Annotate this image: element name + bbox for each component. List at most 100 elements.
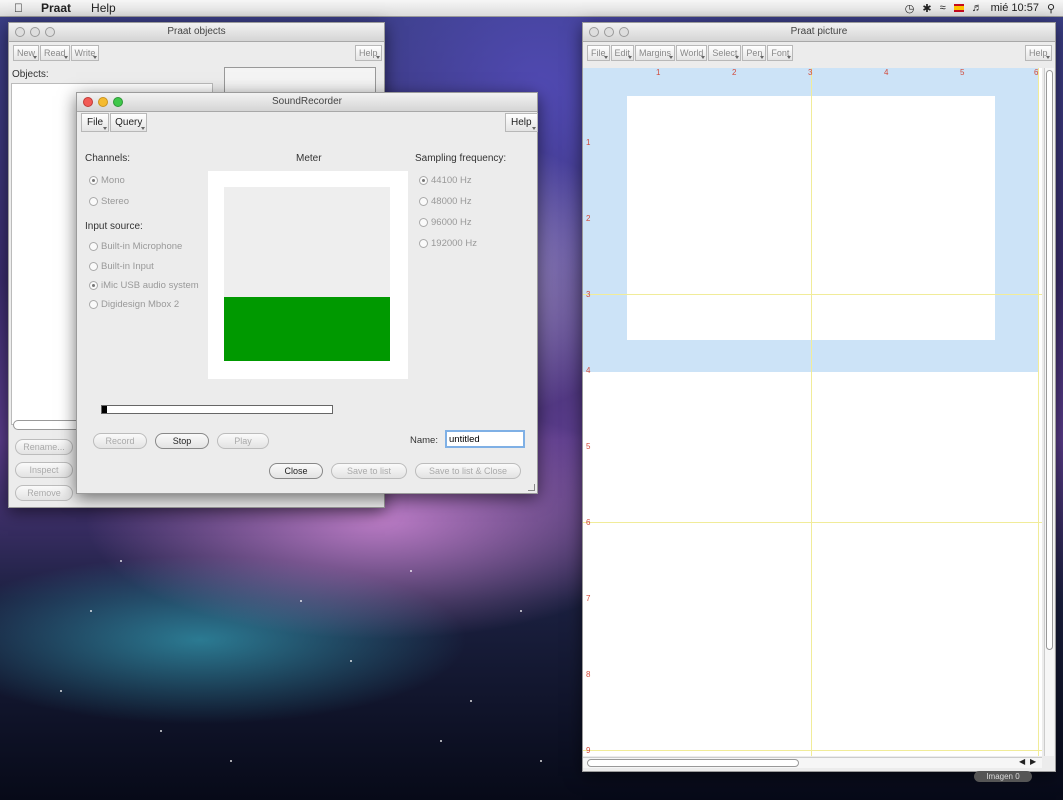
ruler-top-label: 2 [732,68,737,77]
window-title: Praat picture [790,26,848,37]
vertical-scroll-thumb[interactable] [1046,70,1053,650]
menu-new[interactable]: New [13,45,40,61]
close-button[interactable]: Close [269,463,323,479]
grid-line-vertical [811,68,812,756]
scroll-right-arrow-icon[interactable]: ▶ [1030,757,1036,766]
resize-grip-icon[interactable] [528,484,535,491]
menu-help[interactable]: Help [81,1,126,15]
radio-built-in-input[interactable]: Built-in Input [89,261,154,272]
radio-label: 44100 Hz [431,175,472,186]
radio-imic-usb[interactable]: iMic USB audio system [89,280,199,291]
grid-line-horizontal [583,522,1042,523]
spotlight-search-icon[interactable]: ⚲ [1047,2,1055,15]
sound-recorder-titlebar: SoundRecorder [77,93,537,112]
menu-read[interactable]: Read [40,45,70,61]
menu-write[interactable]: Write [70,45,100,61]
zoom-window-icon[interactable] [619,27,629,37]
channels-label: Channels: [85,153,131,164]
meter-well [224,187,390,361]
close-window-icon[interactable] [589,27,599,37]
wifi-icon[interactable]: ≈ [940,2,946,14]
minimize-window-icon[interactable] [30,27,40,37]
radio-built-in-microphone[interactable]: Built-in Microphone [89,241,182,252]
menu-file[interactable]: File [81,113,110,132]
inspect-button[interactable]: Inspect [15,462,73,478]
menu-query[interactable]: Query [110,113,148,132]
stop-button[interactable]: Stop [155,433,209,449]
menu-clock[interactable]: mié 10:57 [991,2,1039,14]
radio-stereo[interactable]: Stereo [89,196,129,207]
radio-label: 96000 Hz [431,217,472,228]
record-button[interactable]: Record [93,433,147,449]
vertical-scrollbar[interactable] [1044,68,1054,756]
play-button[interactable]: Play [217,433,269,449]
ruler-left-label: 1 [586,138,591,147]
meter-frame [208,171,408,379]
radio-44100[interactable]: 44100 Hz [419,175,472,186]
horizontal-scrollbar[interactable]: ◀ ▶ [583,757,1042,768]
radio-label: iMic USB audio system [101,280,199,291]
bluetooth-icon[interactable]: ✱ [922,2,931,15]
radio-indicator [89,281,98,290]
close-window-icon[interactable] [15,27,25,37]
zoom-window-icon[interactable] [113,97,123,107]
menu-pen[interactable]: Pen [742,45,767,61]
name-label: Name: [410,435,438,446]
praat-picture-titlebar: Praat picture [583,23,1055,42]
scroll-left-arrow-icon[interactable]: ◀ [1019,757,1025,766]
radio-mono[interactable]: Mono [89,175,125,186]
meter-label: Meter [296,153,322,164]
close-window-icon[interactable] [83,97,93,107]
radio-label: Built-in Microphone [101,241,183,252]
rename-button[interactable]: Rename... [15,439,73,455]
menu-file[interactable]: File [587,45,610,61]
ruler-left-label: 9 [586,746,591,755]
ruler-top-label: 5 [960,68,965,77]
apple-menu-icon[interactable]:  [0,1,31,15]
radio-indicator [419,197,428,206]
input-language-flag-icon[interactable] [953,4,964,12]
radio-indicator [419,239,428,248]
picture-canvas[interactable]: 1 2 3 4 5 6 1 2 3 4 5 6 7 8 9 [583,68,1042,756]
menu-help[interactable]: Help [1025,45,1052,61]
menu-select[interactable]: Select [708,45,742,61]
meter-level-bar [224,297,390,361]
ruler-left-label: 5 [586,442,591,451]
volume-icon[interactable]: ♬ [972,2,983,14]
zoom-window-icon[interactable] [45,27,55,37]
ruler-left-label: 6 [586,518,591,527]
minimize-window-icon[interactable] [604,27,614,37]
radio-label: Stereo [101,196,129,207]
grid-line-horizontal [583,294,1042,295]
radio-indicator [89,197,98,206]
radio-label: Mono [101,175,125,186]
save-to-list-button[interactable]: Save to list [331,463,407,479]
recorder-menu: File Query [81,113,148,132]
menu-bar:  Praat Help ◷ ✱ ≈ ♬ mié 10:57 ⚲ [0,0,1063,17]
name-input[interactable] [445,430,525,448]
ruler-top-label: 4 [884,68,889,77]
horizontal-scroll-thumb[interactable] [587,759,799,767]
menu-world[interactable]: World [676,45,708,61]
window-title: SoundRecorder [271,96,343,107]
radio-digidesign-mbox[interactable]: Digidesign Mbox 2 [89,299,179,310]
menu-help[interactable]: Help [355,45,382,61]
radio-96000[interactable]: 96000 Hz [419,217,472,228]
objects-scrollbar[interactable] [13,420,81,430]
time-machine-icon[interactable]: ◷ [905,2,915,15]
menu-margins[interactable]: Margins [635,45,676,61]
radio-label: Built-in Input [101,261,154,272]
radio-48000[interactable]: 48000 Hz [419,196,472,207]
menu-app-name[interactable]: Praat [31,1,81,15]
minimize-window-icon[interactable] [98,97,108,107]
menu-edit[interactable]: Edit [610,45,635,61]
radio-192000[interactable]: 192000 Hz [419,238,477,249]
ruler-left-label: 8 [586,670,591,679]
objects-label: Objects: [12,69,49,80]
remove-button[interactable]: Remove [15,485,73,501]
save-to-list-close-button[interactable]: Save to list & Close [415,463,521,479]
radio-indicator [89,176,98,185]
menu-help[interactable]: Help [505,113,538,132]
grid-line-horizontal [583,750,1042,751]
menu-font[interactable]: Font [767,45,794,61]
